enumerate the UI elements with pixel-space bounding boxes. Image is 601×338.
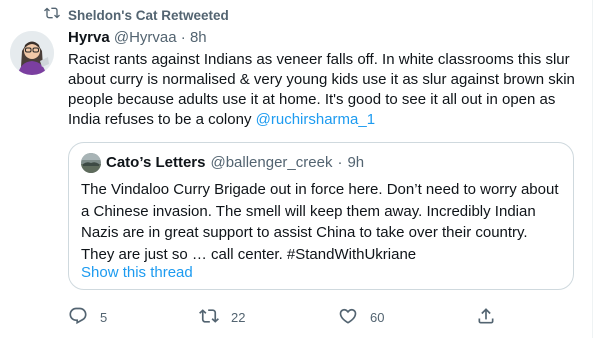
quoted-author-name: Cato’s Letters — [106, 154, 206, 171]
reply-icon — [68, 306, 88, 329]
share-button[interactable] — [476, 306, 496, 329]
retweet-icon — [44, 5, 60, 26]
retweet-button[interactable]: 22 — [199, 306, 245, 329]
like-count: 60 — [370, 310, 385, 325]
retweet-count: 22 — [231, 310, 246, 325]
quoted-timestamp: 9h — [347, 154, 365, 171]
retweet-icon — [199, 306, 219, 329]
quoted-tweet-text: The Vindaloo Curry Brigade out in force … — [81, 181, 559, 263]
tweet-body: Hyrva @Hyrvaa · 8h Racist rants against … — [68, 28, 578, 130]
quoted-tweet[interactable]: Cato’s Letters @ballenger_creek · 9h The… — [68, 142, 574, 290]
retweet-context: Sheldon's Cat Retweeted — [44, 6, 229, 24]
separator-dot: · — [180, 29, 186, 46]
author-name[interactable]: Hyrva — [68, 29, 110, 46]
timeline-border — [592, 0, 593, 338]
tweet-text: Racist rants against Indians as veneer f… — [68, 50, 578, 130]
reply-count: 5 — [100, 310, 108, 325]
tweet-actions: 5 22 60 — [68, 306, 498, 328]
like-icon — [338, 306, 358, 329]
quoted-separator-dot: · — [337, 154, 343, 171]
author-handle[interactable]: @Hyrvaa — [114, 29, 177, 46]
avatar[interactable] — [10, 31, 54, 75]
quoted-avatar — [81, 153, 101, 173]
tweet-timestamp[interactable]: 8h — [190, 29, 207, 46]
quoted-tweet-header: Cato’s Letters @ballenger_creek · 9h — [81, 153, 364, 173]
quoted-author-handle: @ballenger_creek — [210, 154, 333, 171]
like-button[interactable]: 60 — [338, 306, 384, 329]
show-thread-link[interactable]: Show this thread — [81, 263, 193, 283]
tweet-header: Hyrva @Hyrvaa · 8h — [68, 28, 578, 48]
mention-link[interactable]: @ruchirsharma_1 — [256, 111, 375, 128]
reply-button[interactable]: 5 — [68, 306, 107, 329]
share-icon — [476, 306, 496, 329]
retweeted-by-link[interactable]: Sheldon's Cat Retweeted — [68, 8, 229, 23]
